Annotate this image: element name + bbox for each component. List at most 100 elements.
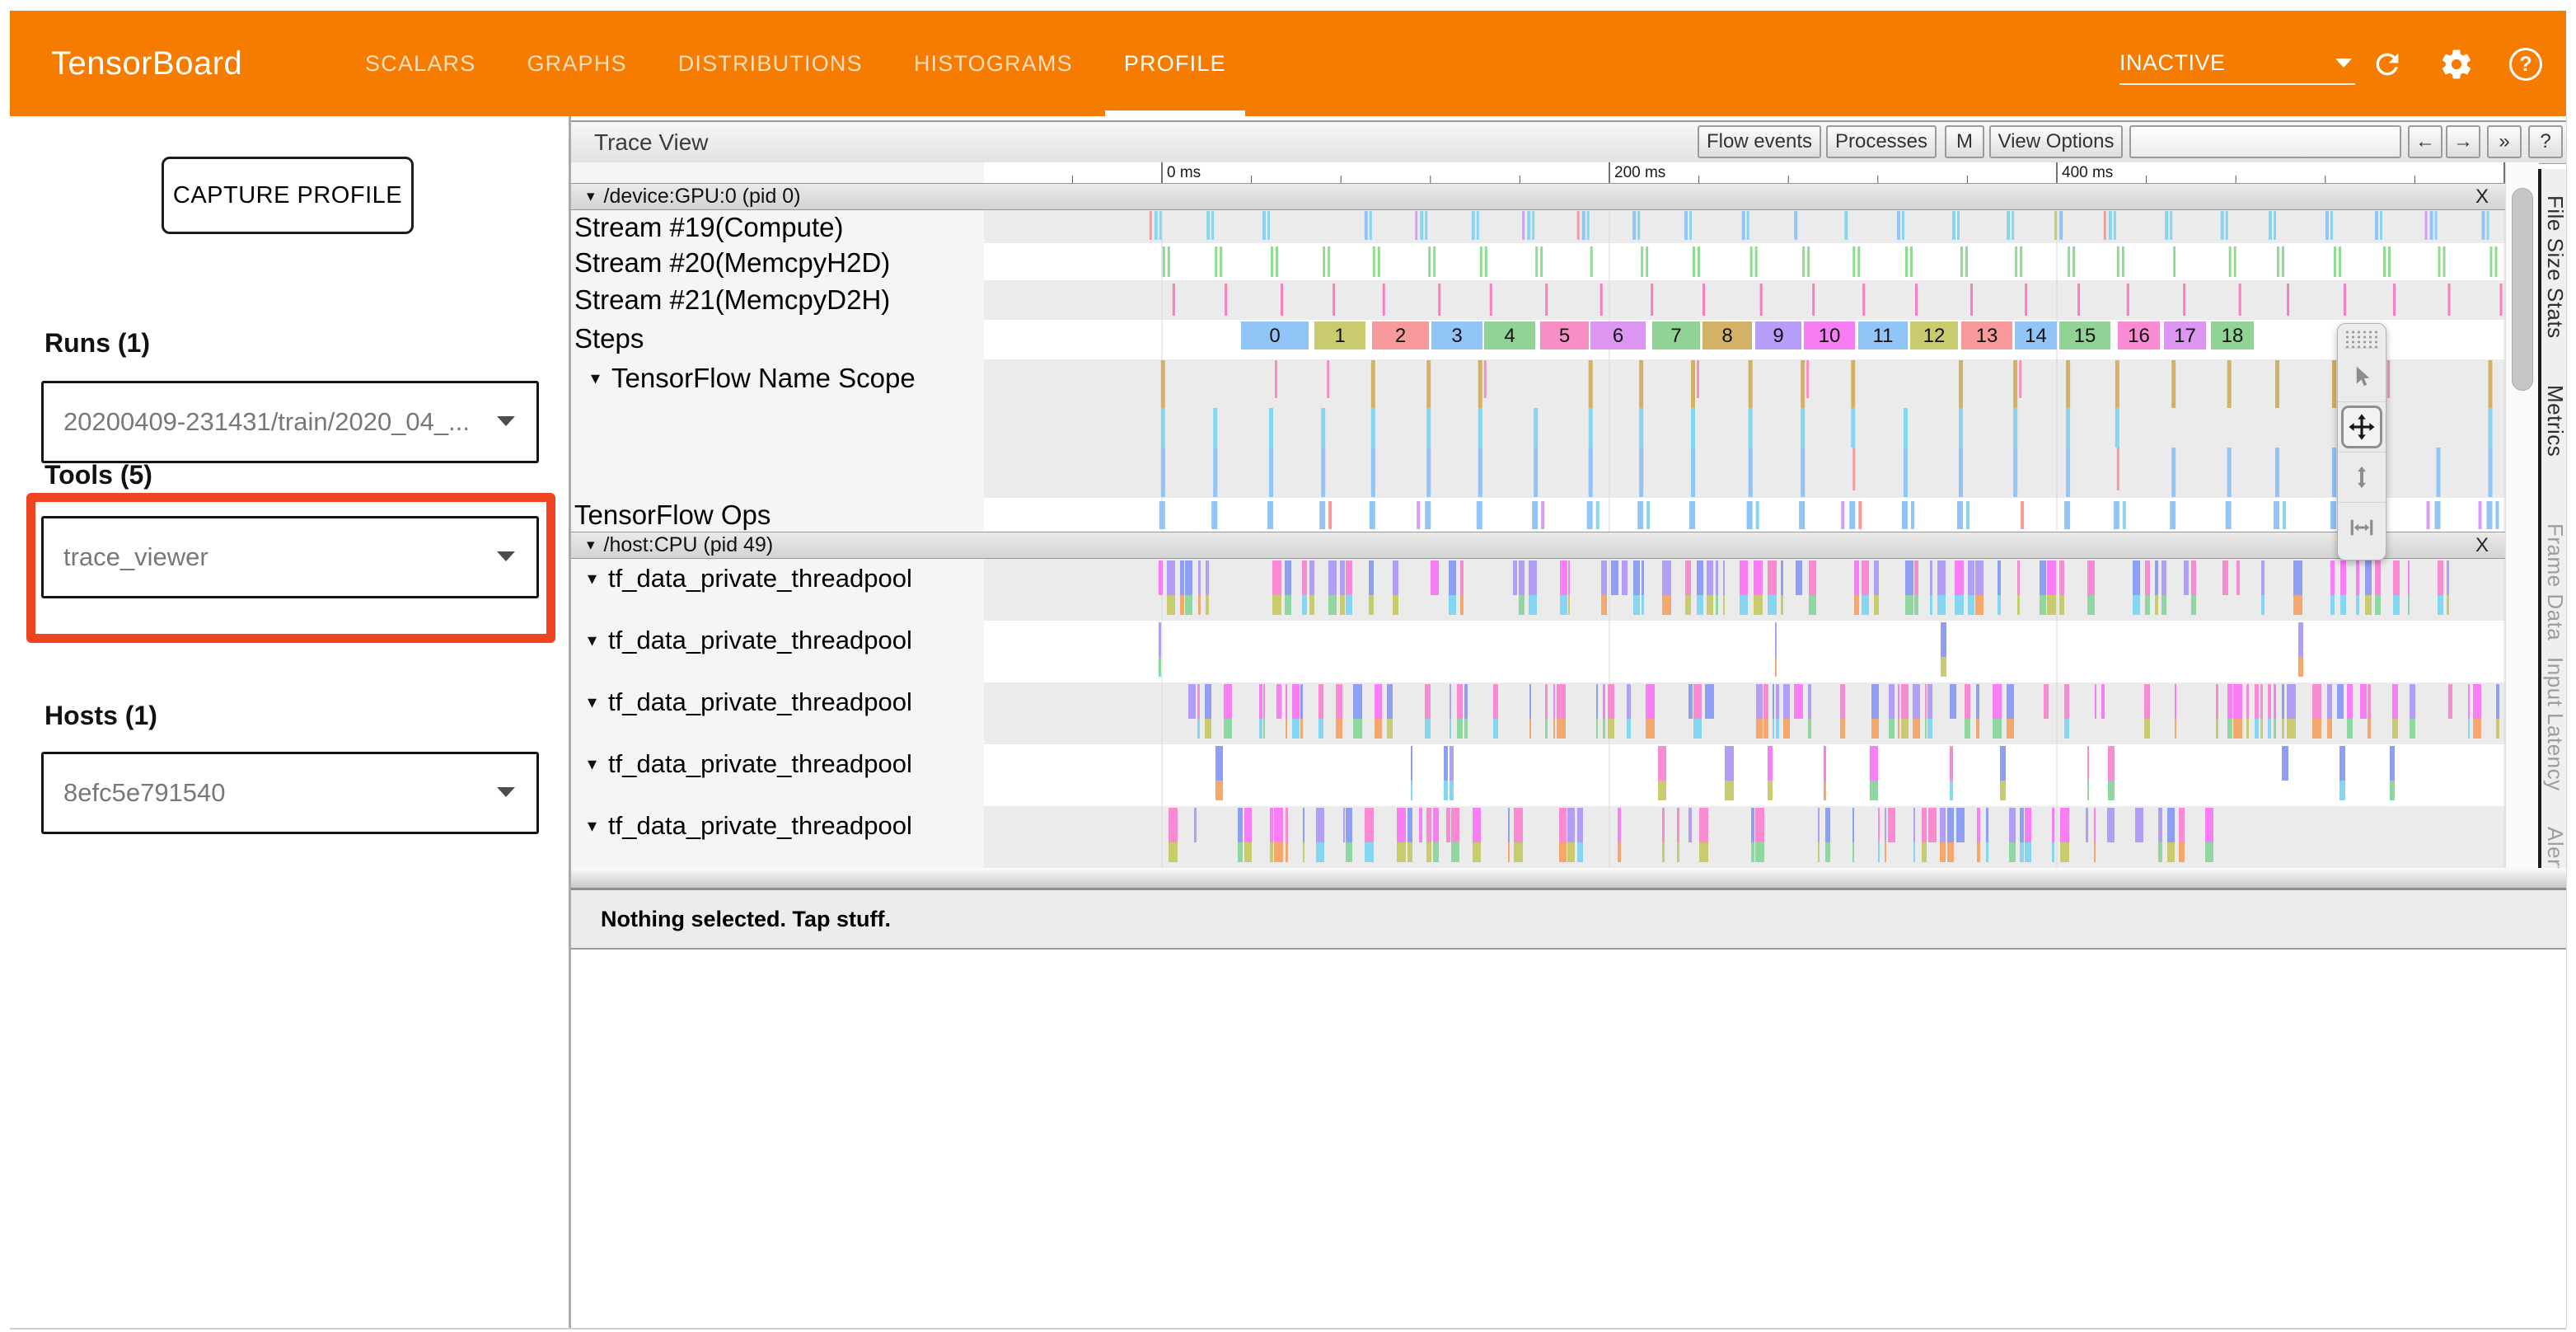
side-tab-metrics[interactable]: Metrics — [2541, 385, 2568, 457]
side-tab-frame-data[interactable]: Frame Data — [2541, 523, 2568, 640]
back-button[interactable]: ← — [2408, 125, 2443, 158]
toolbar-button-m[interactable]: M — [1945, 125, 1984, 158]
select-tool-icon[interactable] — [2338, 352, 2386, 402]
zoom-tool-icon[interactable] — [2338, 453, 2386, 503]
runs-label: Runs (1) — [44, 328, 150, 359]
svg-text:3: 3 — [1451, 325, 1462, 347]
nav-tab-profile[interactable]: PROFILE — [1098, 11, 1252, 116]
track-label-stream-20-memcpyh2d-: Stream #20(MemcpyH2D) — [574, 247, 890, 279]
pan-tool-icon[interactable] — [2338, 402, 2386, 453]
track-label-tensorflow-name-scope[interactable]: ▾TensorFlow Name Scope — [591, 363, 916, 394]
toolbar-button-processes[interactable]: Processes — [1826, 125, 1937, 158]
track-label-stream-19-compute-: Stream #19(Compute) — [574, 212, 843, 243]
nav-tab-distributions[interactable]: DISTRIBUTIONS — [653, 11, 888, 116]
side-tab-file-size-stats[interactable]: File Size Stats — [2541, 195, 2568, 339]
svg-text:400 ms: 400 ms — [2062, 164, 2113, 181]
track-label-text: tf_data_private_threadpool — [608, 811, 912, 841]
svg-text:0: 0 — [1269, 325, 1280, 347]
side-tab-input-latency[interactable]: Input Latency — [2541, 657, 2568, 791]
dropdown-caret-icon — [497, 787, 515, 797]
track-label-tf-data-private-threadpool[interactable]: ▾tf_data_private_threadpool — [588, 626, 912, 655]
svg-text:17: 17 — [2174, 325, 2196, 347]
app-header: TensorBoard SCALARSGRAPHSDISTRIBUTIONSHI… — [10, 11, 2566, 116]
tools-select[interactable]: trace_viewer — [41, 516, 539, 598]
toolbar-button-flow-events[interactable]: Flow events — [1698, 125, 1821, 158]
track-label-column: Stream #19(Compute) Stream #20(MemcpyH2D)… — [571, 162, 985, 868]
track-label-text: tf_data_private_threadpool — [608, 687, 912, 717]
close-icon[interactable]: X — [2471, 184, 2494, 209]
svg-text:2: 2 — [1395, 325, 1406, 347]
trace-search-input[interactable] — [2129, 125, 2401, 158]
track-label-tf-data-private-threadpool[interactable]: ▾ tf_data_private_threadpool — [588, 564, 912, 593]
nav-tab-scalars[interactable]: SCALARS — [340, 11, 501, 116]
hosts-select[interactable]: 8efc5e791540 — [41, 752, 539, 834]
detail-pane — [571, 950, 2566, 1327]
track-label-tf-data-private-threadpool[interactable]: ▾ tf_data_private_threadpool — [588, 749, 912, 779]
svg-text:11: 11 — [1873, 325, 1894, 347]
collapse-caret-icon: ▾ — [588, 568, 597, 589]
svg-text:7: 7 — [1670, 325, 1681, 347]
collapse-caret-icon: ▾ — [588, 692, 597, 713]
track-label-tensorflow-ops: TensorFlow Ops — [574, 500, 770, 531]
toolbar-button-view-options[interactable]: View Options — [1989, 125, 2123, 158]
help-icon[interactable]: ? — [2508, 47, 2543, 82]
runs-select-value: 20200409-231431/train/2020_04_... — [63, 407, 470, 437]
svg-text:4: 4 — [1504, 325, 1515, 347]
runs-select[interactable]: 20200409-231431/train/2020_04_... — [41, 381, 539, 463]
svg-text:10: 10 — [1819, 325, 1841, 347]
trace-tool-palette — [2337, 323, 2386, 560]
side-tab-alerts[interactable]: Alerts — [2541, 827, 2568, 868]
svg-text:1: 1 — [1334, 325, 1345, 347]
refresh-icon[interactable] — [2370, 47, 2405, 82]
svg-text:16: 16 — [2128, 325, 2150, 347]
chevron-down-icon — [2335, 59, 2352, 68]
track-label-text: Stream #20(MemcpyH2D) — [574, 247, 890, 279]
bottom-border — [10, 1328, 2566, 1330]
timing-tool-icon[interactable] — [2338, 503, 2386, 552]
svg-text:0 ms: 0 ms — [1167, 164, 1201, 181]
palette-drag-handle[interactable] — [2344, 330, 2379, 349]
section-title: /host:CPU (pid 49) — [604, 533, 774, 557]
detail-pane-splitter[interactable] — [571, 868, 2566, 890]
detail-message: Nothing selected. Tap stuff. — [601, 907, 891, 932]
track-label-text: TensorFlow Ops — [574, 500, 770, 531]
nav-tabs: SCALARSGRAPHSDISTRIBUTIONSHISTOGRAMSPROF… — [340, 11, 1252, 116]
svg-text:200 ms: 200 ms — [1614, 164, 1665, 181]
right-border — [2566, 116, 2567, 1329]
tools-select-value: trace_viewer — [63, 542, 208, 572]
capture-profile-button[interactable]: CAPTURE PROFILE — [162, 157, 414, 234]
track-label-text: Steps — [574, 323, 644, 354]
help-button[interactable]: ? — [2528, 125, 2563, 158]
forward-button[interactable]: → — [2446, 125, 2480, 158]
status-dropdown[interactable]: INACTIVE — [2119, 42, 2355, 85]
collapse-caret-icon: ▾ — [587, 187, 595, 206]
more-button[interactable]: » — [2487, 125, 2522, 158]
section-title: /device:GPU:0 (pid 0) — [604, 185, 801, 209]
section-header-gpu[interactable]: ▾ /device:GPU:0 (pid 0) X — [571, 183, 2505, 210]
track-label-stream-21-memcpyd2h-: Stream #21(MemcpyD2H) — [574, 284, 890, 316]
vertical-scrollbar-thumb[interactable] — [2512, 188, 2533, 391]
track-label-text: tf_data_private_threadpool — [608, 626, 912, 655]
svg-text:9: 9 — [1773, 325, 1783, 347]
dropdown-caret-icon — [497, 416, 515, 426]
close-icon[interactable]: X — [2471, 532, 2494, 558]
trace-canvas[interactable]: 0 ms200 ms400 ms600012345678910111213141… — [984, 162, 2505, 868]
status-value: INACTIVE — [2119, 50, 2226, 76]
hosts-select-value: 8efc5e791540 — [63, 778, 226, 808]
collapse-caret-icon: ▾ — [588, 753, 597, 775]
track-label-tf-data-private-threadpool[interactable]: ▾ tf_data_private_threadpool — [588, 811, 912, 841]
trace-view-toolbar: Trace View Flow eventsProcessesMView Opt… — [571, 120, 2566, 164]
side-tabs: File Size Stats Metrics Frame Data Input La… — [2541, 169, 2568, 868]
section-header-cpu[interactable]: ▾ /host:CPU (pid 49) X — [571, 532, 2505, 559]
hosts-label: Hosts (1) — [44, 701, 157, 731]
collapse-caret-icon: ▾ — [588, 815, 597, 837]
track-label-tf-data-private-threadpool[interactable]: ▾ tf_data_private_threadpool — [588, 687, 912, 717]
nav-tab-graphs[interactable]: GRAPHS — [501, 11, 652, 116]
settings-gear-icon[interactable] — [2439, 47, 2474, 82]
track-label-text: Stream #19(Compute) — [574, 212, 843, 243]
tools-label: Tools (5) — [44, 460, 152, 490]
track-label-text: tf_data_private_threadpool — [608, 749, 912, 779]
nav-tab-histograms[interactable]: HISTOGRAMS — [888, 11, 1098, 116]
track-label-text: tf_data_private_threadpool — [608, 564, 912, 593]
collapse-caret-icon: ▾ — [587, 536, 595, 555]
